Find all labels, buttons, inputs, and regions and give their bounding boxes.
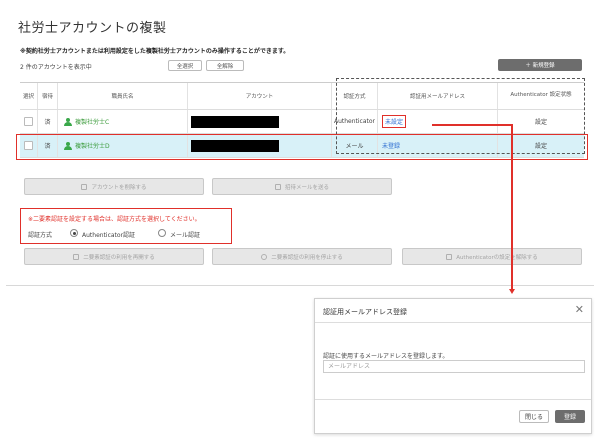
send-invite-label: 招待メールを送る <box>284 184 329 191</box>
radio-authenticator-label: Authenticator認証 <box>82 232 136 239</box>
send-invite-button[interactable]: 招待メールを送る <box>212 178 392 195</box>
modal-title: 認証用メールアドレス登録 <box>323 308 407 316</box>
unset-authenticator-button[interactable]: Authenticatorの設定を解除する <box>402 248 582 265</box>
page-note: ※契約社労士アカウントまたは利用設定をした複製社労士アカウントのみ操作することが… <box>20 48 290 55</box>
modal-footer-divider <box>315 399 591 400</box>
header-select: 選択 <box>20 83 38 109</box>
radio-mail[interactable] <box>158 229 166 237</box>
row-account-cell <box>188 110 332 133</box>
header-status: 宿待 <box>38 83 58 109</box>
modal-description: 認証に使用するメールアドレスを登録します。 <box>323 353 449 360</box>
new-register-button[interactable]: ＋ 新規登録 <box>498 59 582 71</box>
header-account: アカウント <box>188 83 332 109</box>
trash-icon <box>446 253 453 260</box>
row-staff-name[interactable]: 複製社労士C <box>75 117 109 126</box>
row-checkbox[interactable] <box>24 117 33 126</box>
close-button[interactable]: 閉じる <box>519 410 549 423</box>
play-icon <box>73 253 80 260</box>
deselect-all-button[interactable]: 全解除 <box>206 60 244 71</box>
header-staff-name: 職員氏名 <box>58 83 188 109</box>
select-all-button[interactable]: 全選択 <box>168 60 202 71</box>
arrow-down-icon <box>509 289 515 294</box>
connector-line <box>511 124 513 290</box>
delete-account-label: アカウントを削除する <box>91 184 147 191</box>
user-icon <box>64 117 72 126</box>
mail-icon <box>274 183 281 190</box>
auth-method-label: 認証方式 <box>28 232 53 239</box>
email-register-modal: 認証用メールアドレス登録 ✕ 認証に使用するメールアドレスを登録します。 閉じる… <box>314 298 592 434</box>
stop-2fa-label: 二要素認証の利用を停止する <box>271 254 343 261</box>
row-status: 済 <box>38 110 58 133</box>
stop-icon <box>261 253 268 260</box>
close-icon[interactable]: ✕ <box>575 304 584 315</box>
connector-line <box>432 124 512 126</box>
modal-header: 認証用メールアドレス登録 ✕ <box>315 299 591 323</box>
radio-mail-label: メール認証 <box>170 232 201 239</box>
radio-authenticator[interactable] <box>70 229 78 237</box>
delete-account-button[interactable]: アカウントを削除する <box>24 178 204 195</box>
stop-2fa-button[interactable]: 二要素認証の利用を停止する <box>212 248 392 265</box>
redacted-account <box>191 115 279 128</box>
row-name-cell: 複製社労士C <box>58 110 188 133</box>
account-count: 2 件のアカウントを表示中 <box>20 64 92 71</box>
email-field[interactable] <box>323 360 585 373</box>
resume-2fa-button[interactable]: 二要素認証の利用を再開する <box>24 248 204 265</box>
trash-icon <box>81 183 88 190</box>
row-select-cell <box>20 110 38 133</box>
unset-authenticator-label: Authenticatorの設定を解除する <box>456 254 538 261</box>
register-button[interactable]: 登録 <box>555 410 585 423</box>
resume-2fa-label: 二要素認証の利用を再開する <box>83 254 155 261</box>
highlight-selected-row <box>16 134 588 160</box>
auth-note: ※二要素認証を設定する場合は、認証方式を選択してください。 <box>28 216 201 223</box>
page-title: 社労士アカウントの複製 <box>18 21 167 36</box>
